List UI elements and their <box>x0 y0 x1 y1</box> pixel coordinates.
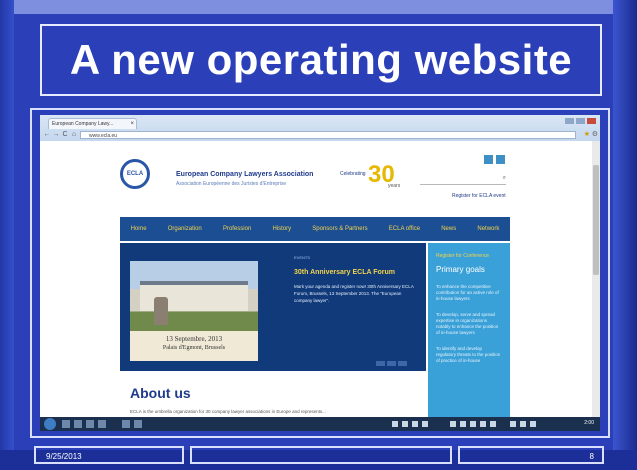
taskbar-app-icon[interactable] <box>86 420 94 428</box>
sidebar-goal: To enhance the competitive contribution … <box>436 284 499 301</box>
start-button[interactable] <box>44 418 56 430</box>
hero-banner: 13 Septembre, 2013 Palais d'Egmont, Brus… <box>120 243 426 371</box>
nav-item-organization[interactable]: Organization <box>168 226 202 232</box>
tray-icon[interactable] <box>480 421 486 427</box>
browser-tab-title: European Company Lawy... <box>52 121 114 127</box>
os-taskbar: 2:00 <box>40 417 600 431</box>
window-close-icon[interactable] <box>587 118 596 124</box>
browser-screenshot: European Company Lawy... × ← → C ⌂ www.e… <box>40 115 600 431</box>
sidebar-goal: To develop, serve and spread expertise i… <box>436 312 499 335</box>
taskbar-app-icon[interactable] <box>134 420 142 428</box>
window-controls <box>565 118 596 124</box>
nav-item-news[interactable]: News <box>441 226 456 232</box>
slide-number: 8 <box>589 452 594 461</box>
celebrating-label: Celebrating <box>340 171 366 177</box>
taskbar-app-icon[interactable] <box>122 420 130 428</box>
forward-arrow-icon[interactable]: → <box>52 131 60 139</box>
taskbar-app-icon[interactable] <box>62 420 70 428</box>
ecla-logo[interactable]: ECLA <box>120 159 150 189</box>
minimize-icon[interactable] <box>565 118 574 124</box>
site-nav: Home Organization Profession History Spo… <box>120 217 510 241</box>
goals-sidebar: Register for Conference Primary goals To… <box>428 243 510 417</box>
nav-item-sponsors[interactable]: Sponsors & Partners <box>312 226 367 232</box>
nav-item-history[interactable]: History <box>272 226 291 232</box>
slide-title-box: A new operating website <box>40 24 602 96</box>
nav-item-home[interactable]: Home <box>131 226 147 232</box>
address-row: ← → C ⌂ www.ecla.eu ★ ⚙ <box>40 129 600 141</box>
address-bar[interactable]: www.ecla.eu <box>80 131 576 139</box>
footer-date-box: 9/25/2013 <box>34 446 184 464</box>
org-name: European Company Lawyers Association <box>176 171 314 178</box>
org-subtitle: Association Européenne des Juristes d'En… <box>176 181 287 187</box>
back-arrow-icon[interactable]: ← <box>43 131 51 139</box>
maximize-icon[interactable] <box>576 118 585 124</box>
close-icon[interactable]: × <box>130 119 134 129</box>
tray-icon[interactable] <box>510 421 516 427</box>
slide-footer: 9/25/2013 8 <box>34 446 612 464</box>
anniversary-years: years <box>388 183 401 189</box>
taskbar-app-icon[interactable] <box>74 420 82 428</box>
wrench-icon[interactable]: ⚙ <box>592 130 598 138</box>
hero-pager <box>376 361 407 366</box>
slide-title: A new operating website <box>69 36 573 83</box>
footer-center-box <box>190 446 452 464</box>
pager-dot[interactable] <box>387 361 396 366</box>
nav-item-office[interactable]: ECLA office <box>389 226 420 232</box>
search-input[interactable]: ⌕ <box>420 175 506 185</box>
bookmark-star-icon[interactable]: ★ <box>584 130 590 138</box>
web-page: ECLA European Company Lawyers Associatio… <box>40 141 592 417</box>
sculpture-image <box>154 297 168 325</box>
hero-caption: 13 Septembre, 2013 Palais d'Egmont, Brus… <box>130 331 258 361</box>
news-title[interactable]: 30th Anniversary ECLA Forum <box>294 269 395 276</box>
tray-icon[interactable] <box>460 421 466 427</box>
social-icon[interactable] <box>484 155 493 164</box>
news-body: Mark your agenda and register now! 30th … <box>294 284 414 303</box>
footer-number-box: 8 <box>458 446 604 464</box>
nav-item-network[interactable]: Network <box>477 226 499 232</box>
page-scrollbar[interactable] <box>592 141 600 417</box>
hero-photo <box>130 261 258 331</box>
tray-icon[interactable] <box>450 421 456 427</box>
taskbar-app-icon[interactable] <box>98 420 106 428</box>
caption-date: 13 Septembre, 2013 <box>165 335 223 343</box>
tray-icon[interactable] <box>470 421 476 427</box>
slide-bevel-top <box>0 0 637 14</box>
tray-icon[interactable] <box>422 421 428 427</box>
tray-icon[interactable] <box>520 421 526 427</box>
tray-icon[interactable] <box>392 421 398 427</box>
register-link[interactable]: Register for ECLA event <box>452 193 506 199</box>
tray-icon[interactable] <box>402 421 408 427</box>
scrollbar-thumb[interactable] <box>593 165 599 275</box>
reload-icon[interactable]: C <box>61 131 69 139</box>
slide-background: A new operating website European Company… <box>0 0 637 470</box>
tray-icon[interactable] <box>490 421 496 427</box>
sidebar-heading: Primary goals <box>436 265 485 274</box>
social-icon[interactable] <box>496 155 505 164</box>
tray-icon[interactable] <box>412 421 418 427</box>
nav-item-profession[interactable]: Profession <box>223 226 251 232</box>
browser-tab[interactable]: European Company Lawy... × <box>48 118 137 129</box>
tray-icon[interactable] <box>530 421 536 427</box>
pager-dot[interactable] <box>376 361 385 366</box>
about-text: ECLA is the umbrella organization for 30… <box>130 409 326 414</box>
home-icon[interactable]: ⌂ <box>70 131 78 139</box>
browser-chrome: European Company Lawy... × ← → C ⌂ www.e… <box>40 115 600 141</box>
caption-venue: Palais d'Egmont, Brussels <box>162 345 226 351</box>
slide-bevel-right <box>613 0 637 470</box>
search-icon[interactable]: ⌕ <box>503 175 506 182</box>
taskbar-clock[interactable]: 2:00 <box>584 420 594 426</box>
slide-bevel-left <box>0 0 14 470</box>
sidebar-goal: To identify and develop regulatory threa… <box>436 346 501 363</box>
sidebar-register-link[interactable]: Register for Conference <box>436 253 510 259</box>
about-heading: About us <box>130 385 191 401</box>
news-tag: EVENTS <box>294 255 311 260</box>
pager-dot[interactable] <box>398 361 407 366</box>
footer-date: 9/25/2013 <box>46 452 82 461</box>
